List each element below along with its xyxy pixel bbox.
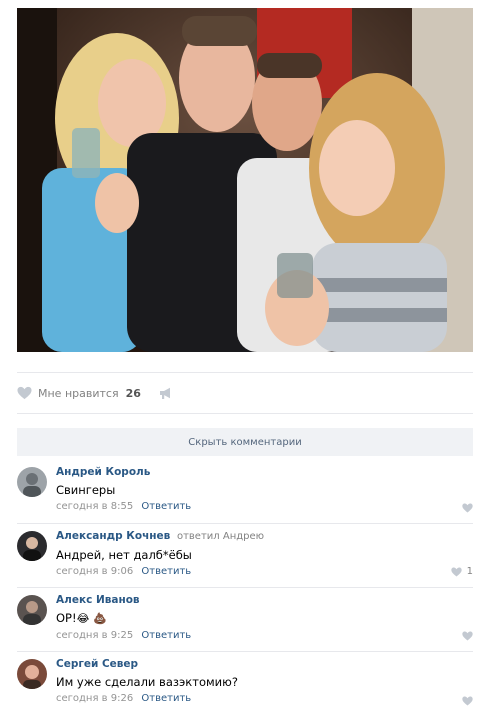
comment-author[interactable]: Андрей Король xyxy=(56,465,473,479)
heart-icon xyxy=(450,567,462,576)
heart-icon xyxy=(462,631,473,641)
like-count: 26 xyxy=(125,386,141,400)
comment-time[interactable]: сегодня в 9:06 xyxy=(56,566,133,577)
post-actions-bar: Мне нравится 26 xyxy=(17,372,473,414)
comment-author[interactable]: Александр Кочнев xyxy=(56,530,170,542)
comment-author[interactable]: Алекс Иванов xyxy=(56,593,473,607)
reply-to-label[interactable]: ответил Андрею xyxy=(177,531,264,542)
comment-like-button[interactable] xyxy=(462,696,473,706)
avatar[interactable] xyxy=(17,595,47,625)
post-photo[interactable] xyxy=(17,8,473,352)
comment-like-button[interactable] xyxy=(462,631,473,641)
comment-text: Свингеры xyxy=(56,483,116,497)
heart-icon xyxy=(462,503,473,513)
party-photo-image xyxy=(17,8,473,352)
comment-emoji: 😂 💩 xyxy=(76,612,107,625)
like-label: Мне нравится xyxy=(38,386,119,400)
comment-time[interactable]: сегодня в 9:25 xyxy=(56,630,133,641)
like-button[interactable]: Мне нравится 26 xyxy=(17,386,141,400)
hide-comments-button[interactable]: Скрыть комментарии xyxy=(17,428,473,456)
comment-item: Андрей Король Свингеры сегодня в 8:55 От… xyxy=(17,460,473,524)
comment-time[interactable]: сегодня в 8:55 xyxy=(56,501,133,512)
comment-text: Им уже сделали вазэктомию? xyxy=(56,675,238,689)
avatar[interactable] xyxy=(17,531,47,561)
comments-list: Андрей Король Свингеры сегодня в 8:55 От… xyxy=(17,460,473,716)
heart-icon xyxy=(17,386,32,400)
reply-button[interactable]: Ответить xyxy=(141,693,191,704)
comment-time[interactable]: сегодня в 9:26 xyxy=(56,693,133,704)
comment-item: Александр Кочнев ответил Андрею Андрей, … xyxy=(17,524,473,588)
comment-like-button[interactable]: 1 xyxy=(450,566,473,577)
comment-author[interactable]: Сергей Север xyxy=(56,657,473,671)
comment-text: ОР! xyxy=(56,611,77,625)
reply-button[interactable]: Ответить xyxy=(141,501,191,512)
comment-like-button[interactable] xyxy=(462,503,473,513)
comment-like-count: 1 xyxy=(466,566,473,577)
megaphone-icon[interactable] xyxy=(159,387,173,400)
heart-icon xyxy=(462,696,473,706)
comment-item: Алекс Иванов ОР!😂 💩 сегодня в 9:25 Ответ… xyxy=(17,588,473,652)
avatar[interactable] xyxy=(17,467,47,497)
reply-button[interactable]: Ответить xyxy=(141,566,191,577)
comment-text: Андрей, нет далб*ёбы xyxy=(56,548,192,562)
comment-item: Сергей Север Им уже сделали вазэктомию? … xyxy=(17,652,473,716)
avatar[interactable] xyxy=(17,659,47,689)
reply-button[interactable]: Ответить xyxy=(141,630,191,641)
